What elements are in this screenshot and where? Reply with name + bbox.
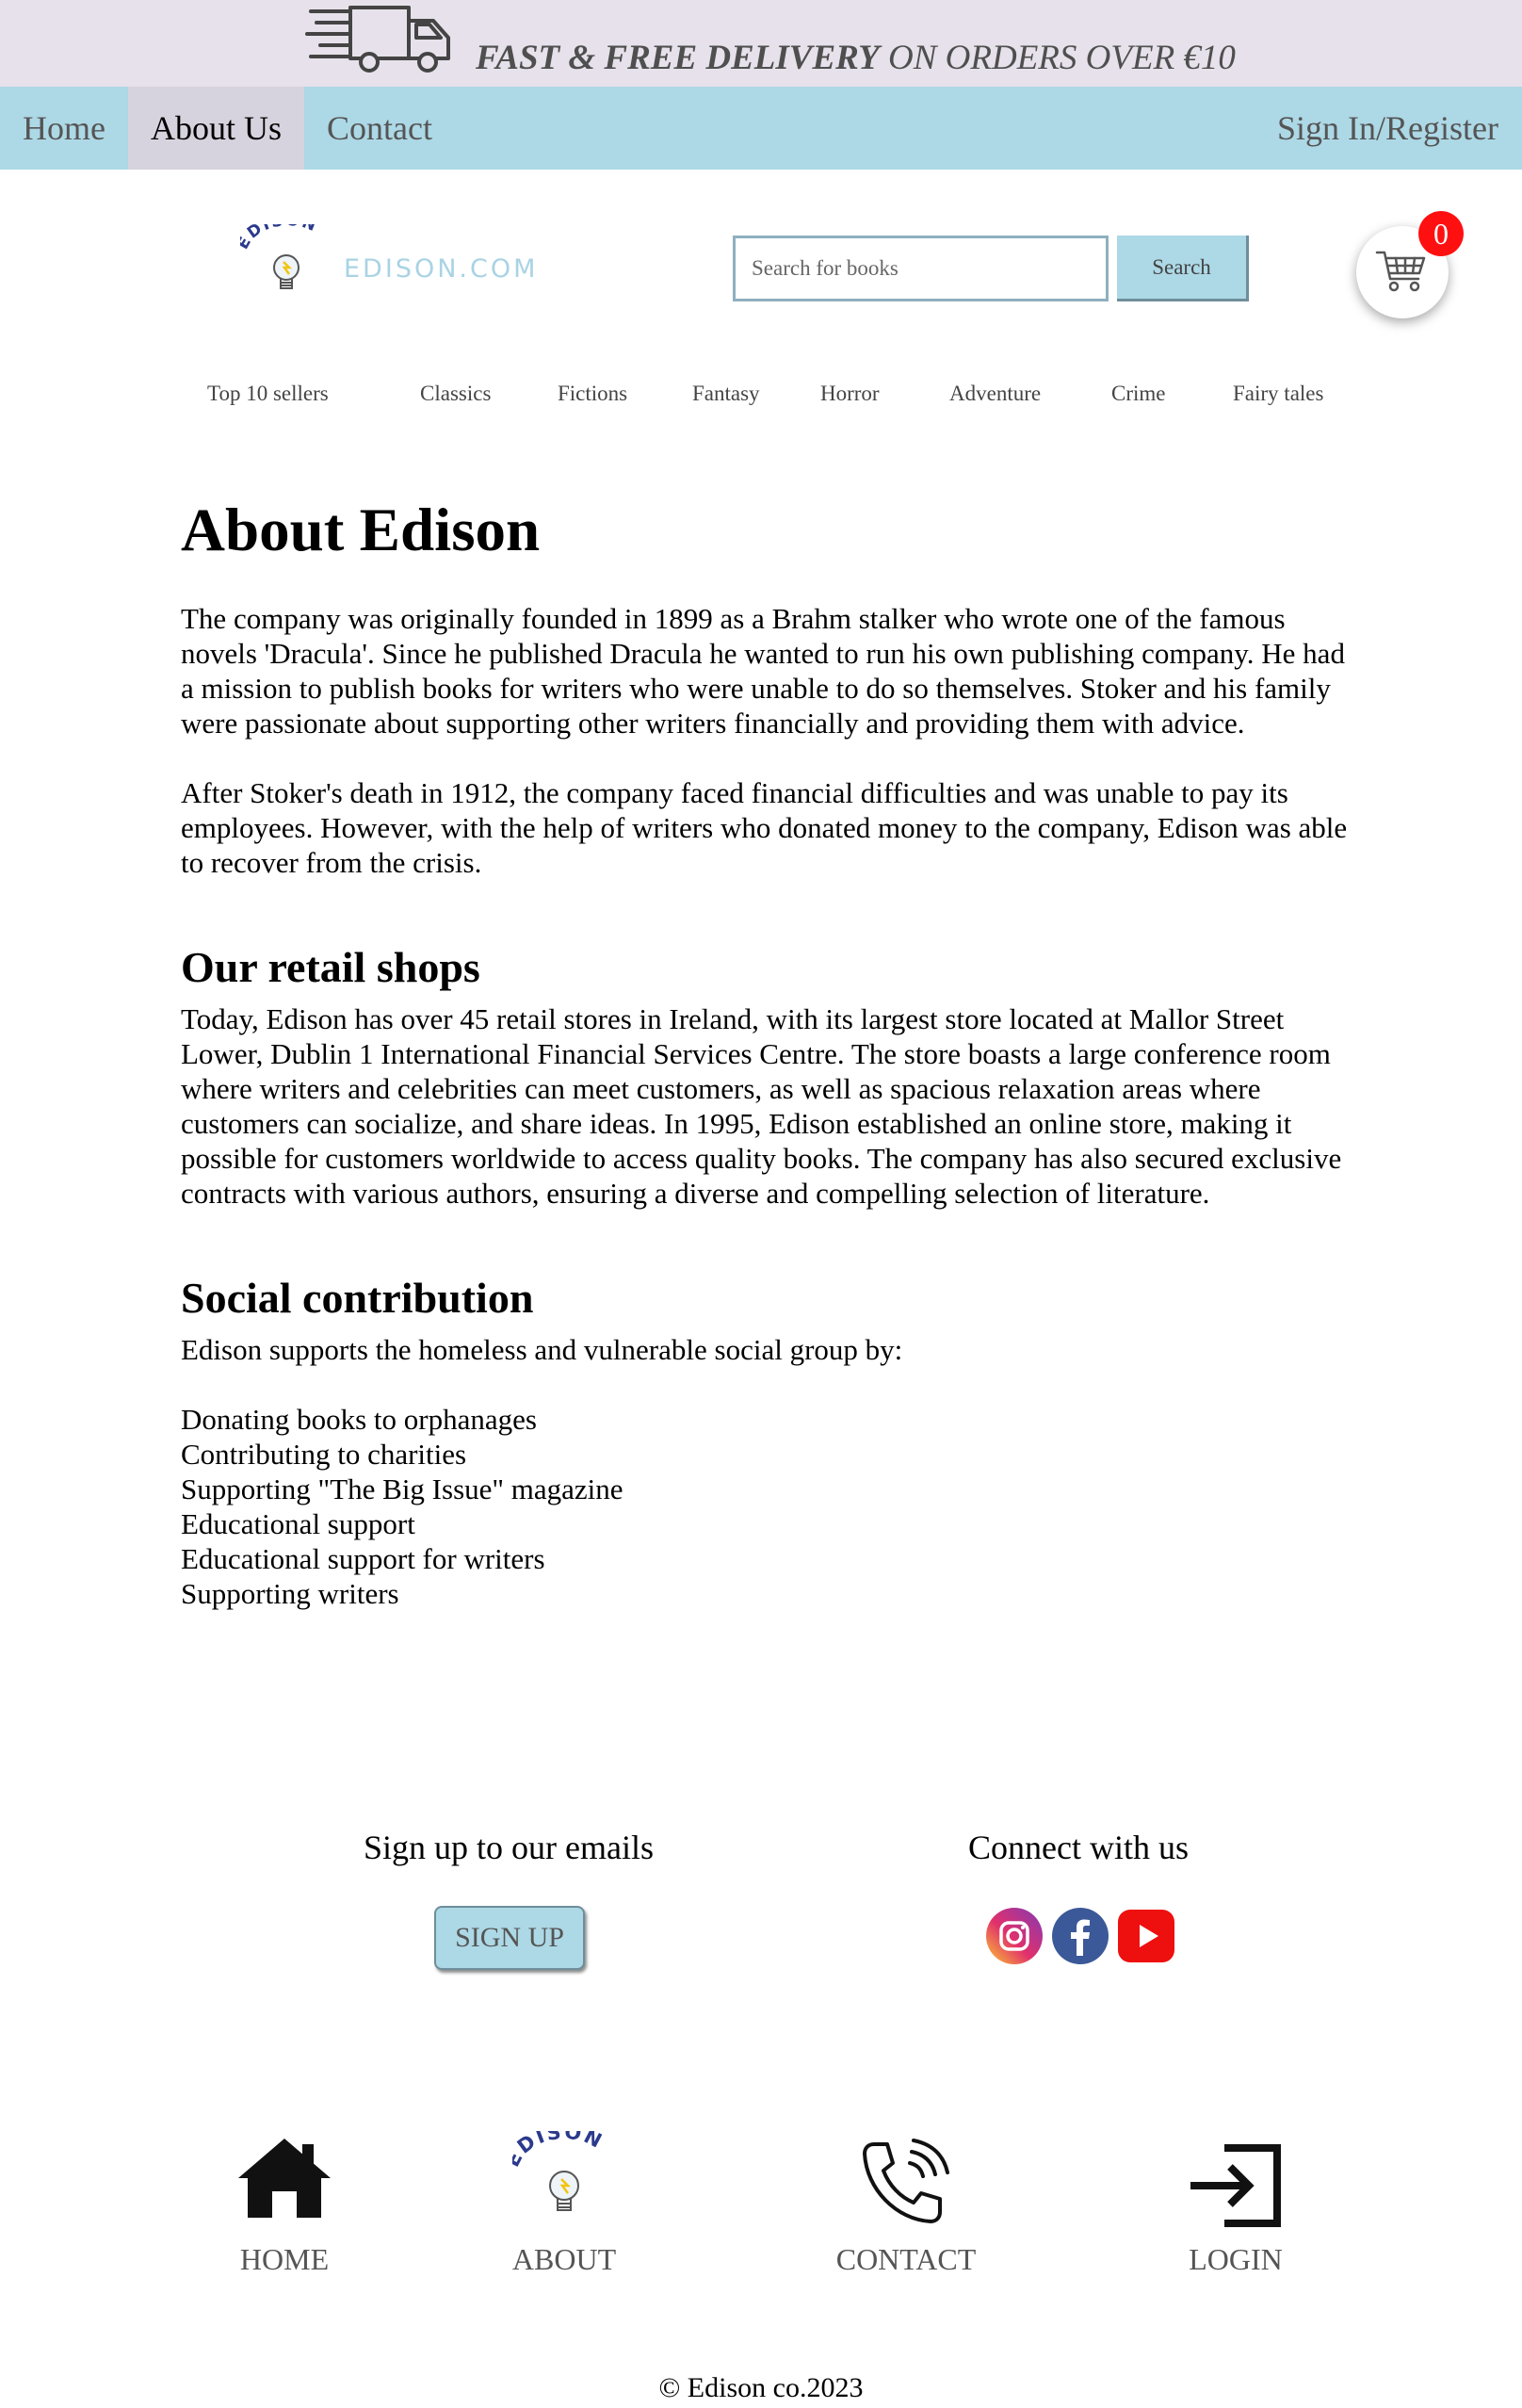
list-item: Donating books to orphanages [181,1403,537,1436]
shopping-cart-icon [1375,251,1426,292]
svg-text:EDISON: EDISON [512,2131,607,2171]
facebook-icon[interactable] [1051,1907,1109,1965]
lightbulb-logo-icon: EDISON [240,224,320,289]
nav-home-link[interactable]: Home [0,87,128,170]
delivery-truck-icon [305,6,450,73]
social-intro: Edison supports the homeless and vulnera… [181,1333,903,1366]
copyright-text: © Edison co.2023 [658,2372,864,2403]
signup-button[interactable]: SIGN UP [434,1906,585,1970]
history-paragraph-1: The company was originally founded in 18… [181,602,1345,740]
login-icon[interactable] [1187,2144,1285,2227]
social-contribution-list: Donating books to orphanages Contributin… [181,1402,1349,1611]
retail-heading: Our retail shops [181,943,480,991]
logo-wordmark: EDISON.COM [344,254,539,284]
list-item: Educational support for writers [181,1542,545,1575]
search-input[interactable] [733,236,1109,301]
history-paragraph-2: After Stoker's death in 1912, the compan… [181,776,1348,879]
search-button[interactable]: Search [1117,236,1249,301]
list-item: Supporting "The Big Issue" magazine [181,1472,623,1505]
edison-logo-icon[interactable]: EDISON [512,2131,616,2225]
nav-signin-link[interactable]: Sign In/Register [1255,87,1521,170]
connect-title: Connect with us [968,1829,1189,1866]
promo-text: FAST & FREE DELIVERY ON ORDERS OVER €10 [476,39,1236,77]
category-classics[interactable]: Classics [420,382,491,406]
category-fairy-tales[interactable]: Fairy tales [1233,382,1323,406]
about-content: About Edison The company was originally … [181,490,1349,1611]
category-adventure[interactable]: Adventure [949,382,1041,406]
promo-banner: FAST & FREE DELIVERY ON ORDERS OVER €10 [0,0,1522,87]
youtube-icon[interactable] [1117,1907,1175,1965]
retail-paragraph: Today, Edison has over 45 retail stores … [181,1002,1342,1210]
footer-home-link[interactable]: HOME [240,2242,329,2277]
footer-login-link[interactable]: LOGIN [1189,2242,1283,2277]
svg-text:EDISON: EDISON [240,224,320,252]
phone-icon[interactable] [855,2137,959,2231]
category-fantasy[interactable]: Fantasy [692,382,760,406]
nav-contact-link[interactable]: Contact [304,87,455,170]
site-logo[interactable]: EDISON EDISON.COM [240,224,560,300]
instagram-icon[interactable] [985,1907,1044,1965]
list-item: Contributing to charities [181,1438,467,1471]
category-top-sellers[interactable]: Top 10 sellers [207,382,329,406]
category-crime[interactable]: Crime [1111,382,1166,406]
footer-contact-link[interactable]: CONTACT [836,2242,977,2277]
nav-about-link[interactable]: About Us [128,87,305,170]
footer-about-link[interactable]: ABOUT [512,2242,616,2277]
page-title: About Edison [181,496,541,564]
home-icon[interactable] [235,2135,334,2221]
list-item: Supporting writers [181,1577,399,1610]
social-heading: Social contribution [181,1274,534,1322]
signup-title: Sign up to our emails [364,1829,654,1866]
category-horror[interactable]: Horror [820,382,880,406]
category-fictions[interactable]: Fictions [558,382,627,406]
cart-count-badge: 0 [1418,211,1464,256]
main-nav: Home About Us Contact Sign In/Register [0,87,1522,170]
list-item: Educational support [181,1507,415,1540]
